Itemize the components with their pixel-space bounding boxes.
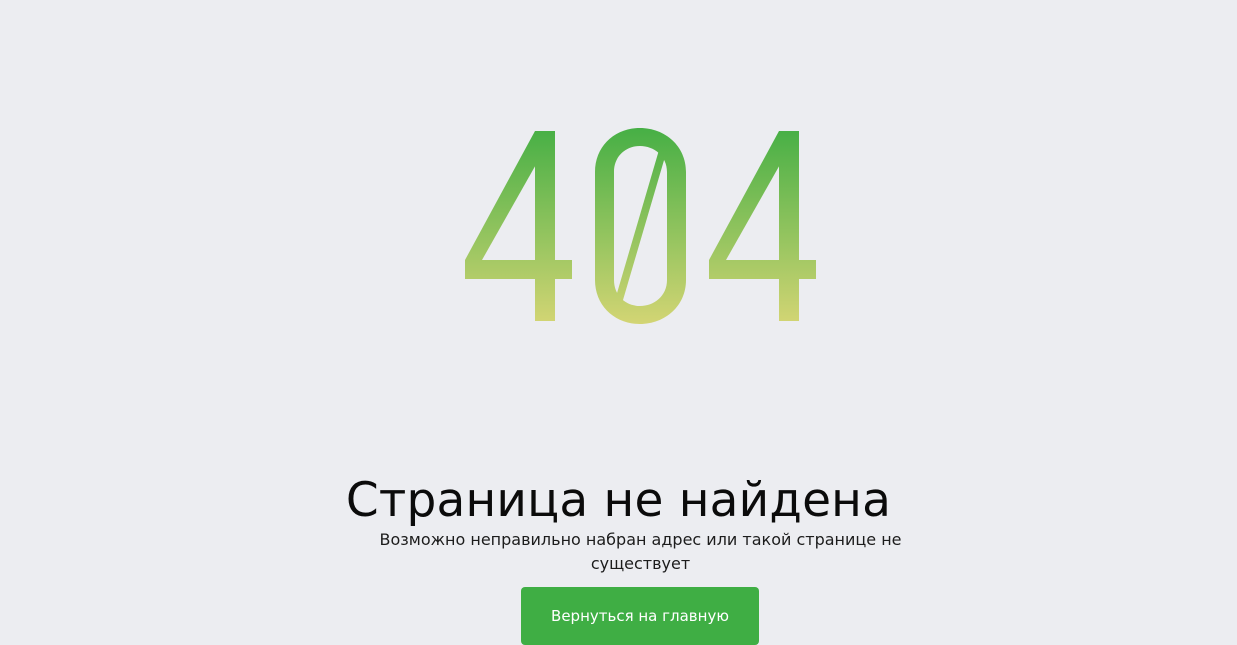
back-to-home-button[interactable]: Вернуться на главную bbox=[521, 587, 759, 645]
page-title: Страница не найдена bbox=[345, 473, 892, 529]
digit-zero-slashed bbox=[595, 128, 686, 324]
error-code-graphic bbox=[465, 128, 816, 324]
digit-four-left bbox=[465, 131, 572, 321]
not-found-page: Страница не найдена Возможно неправильно… bbox=[0, 0, 1237, 645]
digit-four-right bbox=[709, 131, 816, 321]
page-subtitle: Возможно неправильно набран адрес или та… bbox=[379, 530, 902, 573]
error-code-404 bbox=[0, 0, 1237, 400]
